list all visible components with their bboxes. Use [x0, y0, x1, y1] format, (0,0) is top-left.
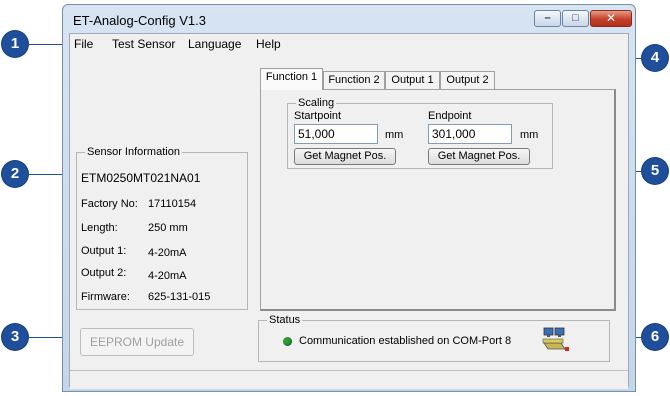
tab-output-2[interactable]: Output 2	[440, 71, 495, 89]
startpoint-label: Startpoint	[294, 110, 342, 122]
endpoint-label: Endpoint	[428, 110, 472, 122]
minimize-button[interactable]: –	[534, 10, 561, 27]
end-get-magnet-pos-button[interactable]: Get Magnet Pos.	[428, 148, 530, 165]
callout-4: 4	[642, 45, 668, 71]
status-message: Communication established on COM-Port 8	[299, 335, 512, 347]
output-1-value: 4-20mA	[148, 247, 187, 259]
tab-function-2[interactable]: Function 2	[323, 71, 385, 89]
callout-6: 6	[642, 324, 668, 350]
callout-5: 5	[642, 158, 668, 184]
output-2-value: 4-20mA	[148, 270, 187, 282]
minimize-icon: –	[544, 12, 551, 24]
title-bar[interactable]: ET-Analog-Config V1.3 – □ ✕	[63, 5, 635, 33]
network-computers-icon	[541, 325, 571, 355]
firmware-label: Firmware:	[81, 291, 130, 303]
menu-bar: File Test Sensor Language Help	[70, 34, 628, 53]
output-2-label: Output 2:	[81, 267, 127, 279]
firmware-value: 625-131-015	[148, 291, 211, 303]
startpoint-unit: mm	[385, 129, 404, 141]
callout-1: 1	[2, 31, 28, 57]
menu-file[interactable]: File	[74, 37, 93, 51]
sensor-model: ETM0250MT021NA01	[81, 171, 201, 185]
status-bar	[70, 370, 628, 389]
tab-panel-function-1: Scaling Startpoint 51,000 mm Get Magnet …	[260, 89, 616, 311]
scaling-group: Scaling Startpoint 51,000 mm Get Magnet …	[287, 97, 553, 169]
menu-language[interactable]: Language	[188, 37, 241, 51]
menu-test-sensor[interactable]: Test Sensor	[112, 37, 175, 51]
maximize-button[interactable]: □	[562, 10, 589, 27]
window-title: ET-Analog-Config V1.3	[73, 13, 206, 28]
factory-no-label: Factory No:	[81, 198, 138, 210]
tab-output-1[interactable]: Output 1	[385, 71, 440, 89]
length-value: 250 mm	[148, 222, 188, 234]
close-icon: ✕	[605, 11, 617, 25]
maximize-icon: □	[572, 12, 579, 24]
status-led-icon	[283, 337, 292, 346]
sensor-info-legend: Sensor Information	[85, 146, 182, 158]
endpoint-input[interactable]: 301,000	[428, 124, 512, 144]
eeprom-update-button[interactable]: EEPROM Update	[80, 328, 194, 356]
app-window: ET-Analog-Config V1.3 – □ ✕ File Test Se…	[62, 4, 636, 392]
callout-2: 2	[2, 161, 28, 187]
endpoint-unit: mm	[520, 129, 539, 141]
menu-help[interactable]: Help	[256, 37, 281, 51]
scaling-legend: Scaling	[296, 97, 337, 109]
status-group: Status Communication established on COM-…	[258, 314, 610, 362]
client-area: File Test Sensor Language Help Function …	[69, 33, 629, 389]
output-1-label: Output 1:	[81, 245, 127, 257]
callout-3: 3	[2, 324, 28, 350]
close-button[interactable]: ✕	[590, 10, 632, 27]
status-legend: Status	[267, 314, 303, 326]
startpoint-input[interactable]: 51,000	[294, 124, 378, 144]
factory-no-value: 17110154	[148, 198, 197, 210]
start-get-magnet-pos-button[interactable]: Get Magnet Pos.	[294, 148, 396, 165]
sensor-info-group: Sensor Information ETM0250MT021NA01 Fact…	[76, 146, 248, 310]
length-label: Length:	[81, 222, 118, 234]
tab-function-1[interactable]: Function 1	[260, 68, 323, 90]
